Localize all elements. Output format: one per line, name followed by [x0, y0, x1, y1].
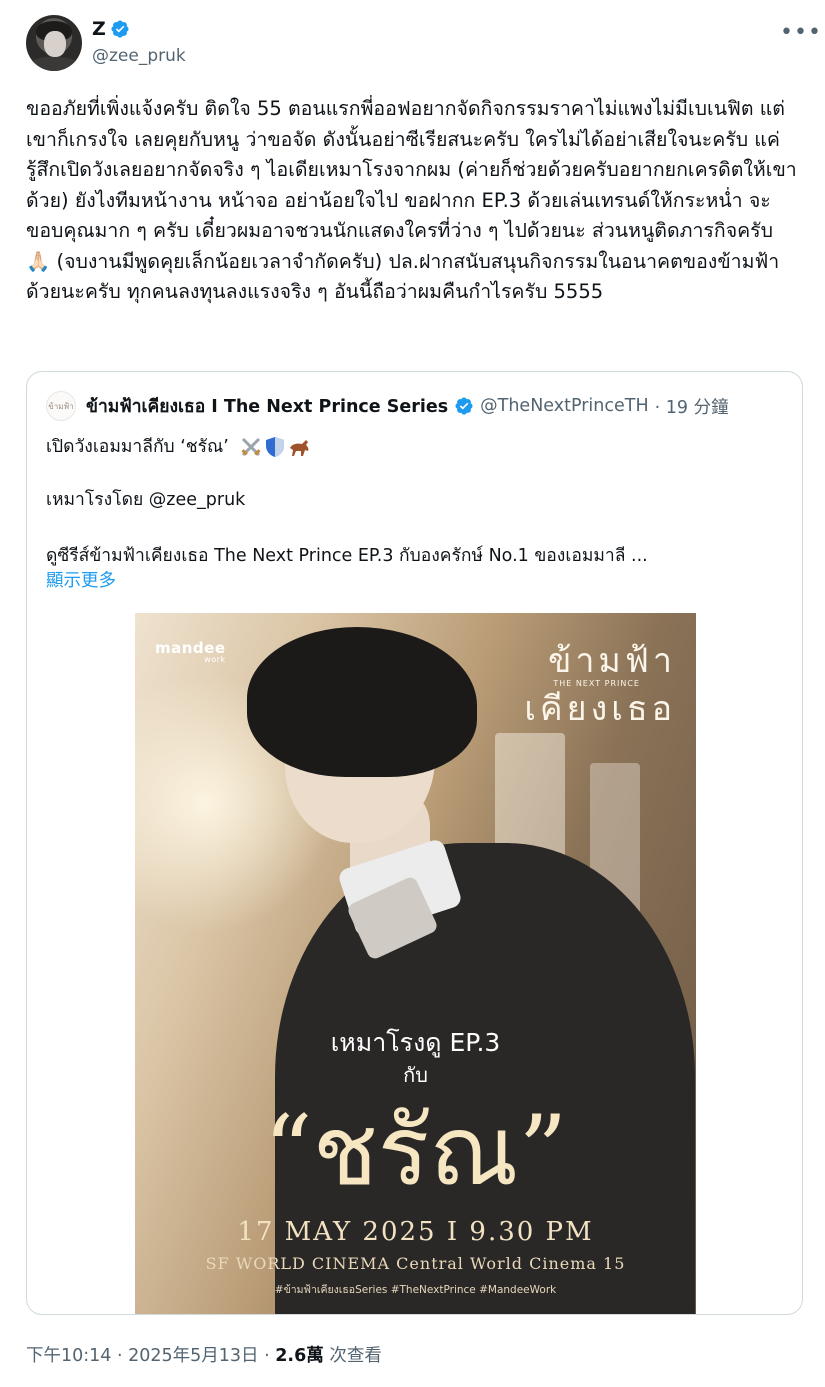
quoted-author-name[interactable]: ข้ามฟ้าเคียงเธอ I The Next Prince Series — [86, 392, 448, 420]
post-meta-footer: 下午10:14 · 2025年5月13日 · 2.6萬 次查看 — [26, 1342, 382, 1367]
quoted-post-line: ดูซีรีส์ข้ามฟ้าเคียงเธอ The Next Prince … — [46, 546, 648, 566]
verified-badge-icon — [111, 20, 129, 38]
quoted-author-avatar[interactable]: ข้ามฟ้า — [46, 391, 76, 421]
post-timestamp[interactable]: 下午10:14 · 2025年5月13日 · — [26, 1346, 275, 1366]
view-count-label: 次查看 — [323, 1346, 382, 1366]
quoted-post-card[interactable]: ข้ามฟ้า ข้ามฟ้าเคียงเธอ I The Next Princ… — [26, 371, 803, 1315]
author-handle[interactable]: @zee_pruk — [92, 46, 186, 66]
poster-venue: SF WORLD CINEMA Central World Cinema 15 — [205, 1254, 626, 1273]
poster-headline: เหมาโรงดู EP.3 — [330, 1028, 501, 1057]
author-avatar[interactable] — [26, 15, 82, 71]
poster-character-name: “ชรัณ” — [263, 1095, 568, 1207]
quoted-post-time[interactable]: · 19 分鐘 — [655, 394, 729, 419]
swords-emoji-icon — [241, 437, 261, 457]
show-more-link[interactable]: 顯示更多 — [46, 567, 116, 592]
poster-image[interactable]: mandee work ข้ามฟ้า เคียงเธอ THE NEXT PR… — [135, 613, 696, 1314]
poster-date: 17 MAY 2025 I 9.30 PM — [237, 1217, 594, 1247]
quoted-post-header: ข้ามฟ้า ข้ามฟ้าเคียงเธอ I The Next Princ… — [46, 391, 729, 421]
quoted-line-text: เปิดวังเอมมาลีกับ ‘ชรัณ’ — [46, 437, 229, 457]
shield-emoji-icon — [266, 437, 285, 457]
view-count: 2.6萬 — [275, 1346, 324, 1366]
more-dots-icon[interactable]: ••• — [780, 20, 822, 45]
quoted-post-line: เหมาโรงโดย @zee_pruk — [46, 490, 246, 510]
poster-with: กับ — [403, 1063, 428, 1087]
poster-series-title: ข้ามฟ้า เคียงเธอ THE NEXT PRINCE — [524, 633, 676, 735]
author-name-row[interactable]: Z — [92, 16, 130, 42]
poster-brand-logo: mandee work — [155, 639, 226, 664]
post-text: ขออภัยที่เพิ่งแจ้งครับ ติดใจ 55 ตอนแรกพี… — [26, 97, 797, 303]
poster-hashtags: #ข้ามฟ้าเคียงเธอSeries #TheNextPrince #M… — [274, 1284, 557, 1296]
quoted-author-handle[interactable]: @TheNextPrinceTH — [480, 396, 648, 416]
horse-emoji-icon — [290, 440, 309, 456]
author-name[interactable]: Z — [92, 18, 106, 40]
quoted-post-line: เปิดวังเอมมาลีกับ ‘ชรัณ’ — [46, 432, 312, 460]
emoji-group — [240, 436, 312, 458]
poster-title-tag: THE NEXT PRINCE — [553, 679, 640, 688]
verified-badge-icon — [455, 397, 473, 415]
poster-title-line2: เคียงเธอ — [524, 689, 676, 729]
